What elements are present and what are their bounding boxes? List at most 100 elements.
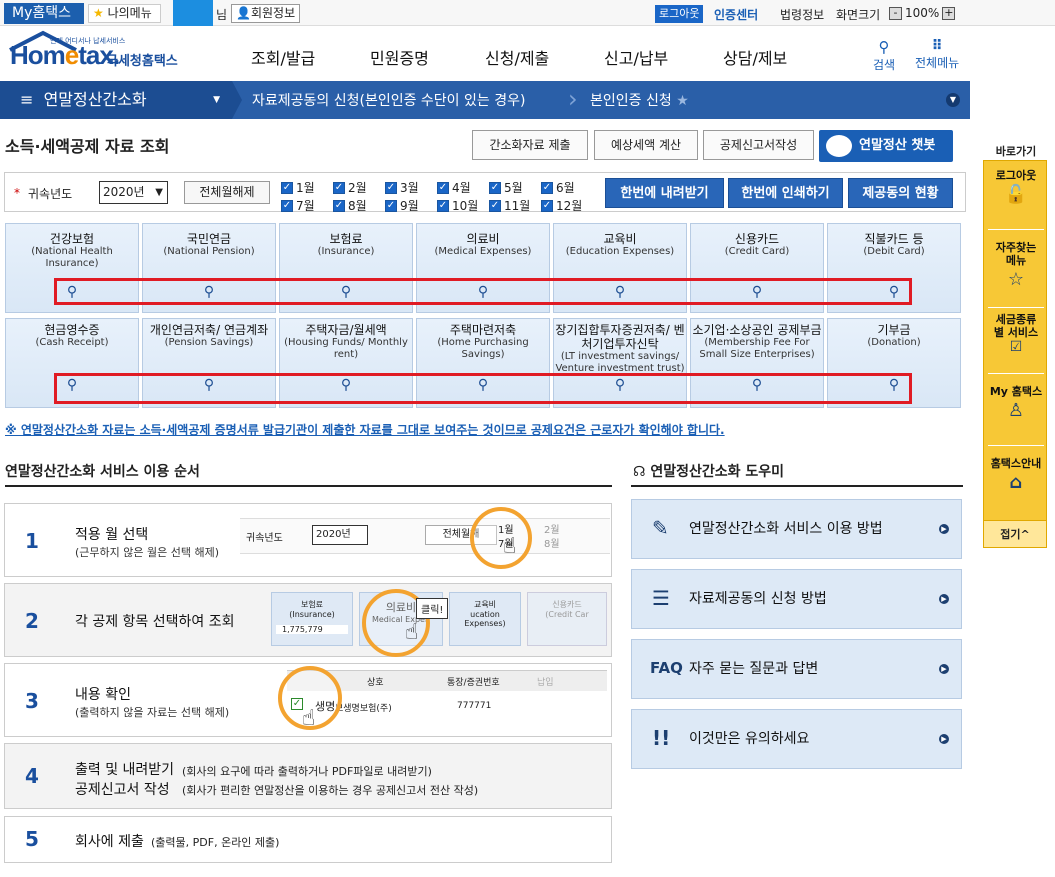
quick-logout[interactable]: 로그아웃 🔓: [984, 169, 1048, 204]
chevron-down-icon[interactable]: ▼: [946, 93, 960, 107]
page-title: 소득·세액공제 자료 조회: [5, 137, 170, 156]
quick-my-hometax[interactable]: My 홈택스 ♙: [984, 385, 1048, 420]
breadcrumb-level3[interactable]: 본인인증 신청 ★: [590, 90, 689, 110]
month-checkbox[interactable]: ✓ 2월: [333, 179, 385, 196]
menu-icon: ≡: [20, 90, 34, 109]
cert-center-link[interactable]: 인증센터: [714, 6, 758, 23]
gnav-inquiry[interactable]: 조회/발급: [251, 45, 315, 69]
step-title: 각 공제 항목 선택하여 조회: [75, 614, 235, 630]
search-label: 검색: [873, 58, 896, 72]
zoom-in-button[interactable]: +: [942, 6, 956, 20]
year-label: 귀속년도: [28, 187, 73, 201]
chevron-right-icon: ▶: [939, 664, 949, 674]
help-label: 자료제공동의 신청 방법: [689, 591, 827, 607]
month-label: 2월: [348, 181, 367, 195]
illus-card-en: ucation Expenses): [464, 610, 506, 628]
month-checkbox[interactable]: ✓ 11월: [489, 197, 541, 214]
check-icon: ✓: [385, 199, 397, 212]
breadcrumb-separator-icon: ›: [568, 85, 578, 113]
check-icon: ✓: [333, 181, 345, 194]
month-checkbox[interactable]: ✓ 12월: [541, 197, 593, 214]
card-subtitle: (National Pension): [163, 246, 255, 257]
illus-card-en: (Credit Car: [545, 610, 589, 619]
quick-label: 자주찾는 메뉴: [995, 241, 1037, 267]
breadcrumb-level1[interactable]: ≡ 연말정산간소화 ▼: [0, 81, 232, 119]
gnav-counsel[interactable]: 상담/제보: [723, 45, 787, 69]
card-title: 개인연금저축/ 연금계좌: [149, 323, 269, 337]
chevron-down-icon: ▼: [155, 187, 163, 198]
hometax-logo[interactable]: Hometax.: [10, 40, 120, 71]
quick-tax-service[interactable]: 세금종류별 서비스 ☑: [984, 313, 1048, 354]
illus-year-label: 귀속년도: [246, 533, 283, 544]
illus-col: 통장/증권번호: [447, 678, 500, 688]
zoom-out-button[interactable]: -: [889, 6, 902, 20]
month-checkbox[interactable]: ✓ 4월: [437, 179, 489, 196]
help-faq-button[interactable]: FAQ 자주 묻는 질문과 답변 ▶: [631, 639, 962, 699]
breadcrumb-level1-label: 연말정산간소화: [43, 90, 147, 109]
step-title: 내용 확인: [75, 687, 131, 703]
person-icon: 👤: [236, 6, 251, 20]
law-info-link[interactable]: 법령정보: [780, 6, 824, 23]
month-checkbox[interactable]: ✓ 6월: [541, 179, 593, 196]
help-consent-button[interactable]: ☰ 자료제공동의 신청 방법 ▶: [631, 569, 962, 629]
favorite-star-icon[interactable]: ★: [676, 93, 689, 109]
help-usage-button[interactable]: ✎ 연말정산간소화 서비스 이용 방법 ▶: [631, 499, 962, 559]
card-subtitle: (Debit Card): [863, 246, 925, 257]
simple-data-submit-button[interactable]: 간소화자료 제출: [472, 130, 588, 160]
my-hometax-button[interactable]: My홈택스: [4, 3, 84, 24]
pointer-hand-icon: ☝: [405, 620, 419, 645]
step-number: 1: [25, 529, 39, 553]
month-checkbox[interactable]: ✓ 10월: [437, 197, 489, 214]
illus-row: 777771: [457, 701, 492, 711]
check-icon: ✓: [541, 199, 553, 212]
star-icon: ★: [93, 6, 104, 20]
month-checkbox[interactable]: ✓ 3월: [385, 179, 437, 196]
card-title: 교육비: [603, 232, 637, 246]
card-subtitle: (Insurance): [317, 246, 375, 257]
consent-status-button[interactable]: 제공동의 현황: [848, 178, 953, 208]
step-number: 5: [25, 827, 39, 851]
month-checkbox[interactable]: ✓ 8월: [333, 197, 385, 214]
quick-frequent-menu[interactable]: 자주찾는 메뉴 ☆: [984, 241, 1048, 289]
breadcrumb-level2[interactable]: 자료제공동의 신청(본인인증 수단이 있는 경우): [252, 90, 525, 110]
logout-button[interactable]: 로그아웃: [655, 5, 704, 23]
member-info-button[interactable]: 👤회원정보: [231, 4, 301, 23]
quick-links-title: 바로가기: [995, 145, 1037, 158]
illus-card-title: 교육비: [473, 600, 497, 609]
month-label: 4월: [452, 181, 471, 195]
my-menu-button[interactable]: ★ 나의메뉴: [88, 4, 161, 23]
card-subtitle: (Donation): [867, 337, 921, 348]
month-checkbox[interactable]: ✓ 5월: [489, 179, 541, 196]
step-5: 5 회사에 제출 (출력물, PDF, 온라인 제출): [4, 816, 612, 863]
gnav-filing[interactable]: 신고/납부: [604, 45, 668, 69]
help-label: 이것만은 유의하세요: [689, 731, 810, 747]
card-title: 소기업·소상공인 공제부금: [692, 323, 822, 337]
clear-all-months-button[interactable]: 전체월해제: [184, 181, 270, 204]
search-button[interactable]: ⚲ 검색: [873, 38, 895, 73]
illus-card-en: (Insurance): [289, 610, 335, 619]
gnav-certificate[interactable]: 민원증명: [370, 45, 429, 69]
fold-button[interactable]: 접기^: [983, 520, 1047, 548]
month-checkboxes: ✓ 1월 ✓ 2월 ✓ 3월 ✓ 4월 ✓ 5월 ✓ 6월 ✓ 7월 ✓ 8월 ✓ 9월 ✓ 10월…: [281, 179, 593, 214]
month-label: 6월: [556, 181, 575, 195]
month-label: 8월: [348, 199, 367, 213]
quick-guide[interactable]: 홈택스안내 ⌂: [984, 457, 1048, 492]
check-icon: ✓: [333, 199, 345, 212]
month-checkbox[interactable]: ✓ 7월: [281, 197, 333, 214]
gnav-application[interactable]: 신청/제출: [485, 45, 549, 69]
check-icon: ✓: [437, 181, 449, 194]
notice-link[interactable]: ※ 연말정산간소화 자료는 소득·세액공제 증명서류 발급기관이 제출한 자료를…: [5, 421, 725, 438]
tax-estimate-button[interactable]: 예상세액 계산: [594, 130, 698, 160]
deduction-form-button[interactable]: 공제신고서작성: [703, 130, 814, 160]
year-select[interactable]: 2020년 ▼: [99, 181, 168, 204]
help-caution-button[interactable]: !! 이것만은 유의하세요 ▶: [631, 709, 962, 769]
month-checkbox[interactable]: ✓ 9월: [385, 197, 437, 214]
helper-divider: [631, 485, 963, 487]
print-all-button[interactable]: 한번에 인쇄하기: [728, 178, 843, 208]
quick-links-bar: 로그아웃 🔓 자주찾는 메뉴 ☆ 세금종류별 서비스 ☑ My 홈택스 ♙ 홈택스안내 ⌂: [983, 160, 1047, 548]
download-all-button[interactable]: 한번에 내려받기: [605, 178, 724, 208]
all-menu-button[interactable]: ⠿ 전체메뉴: [915, 38, 959, 71]
card-title: 보험료: [329, 232, 363, 246]
month-checkbox[interactable]: ✓ 1월: [281, 179, 333, 196]
chevron-right-icon: ▶: [939, 734, 949, 744]
